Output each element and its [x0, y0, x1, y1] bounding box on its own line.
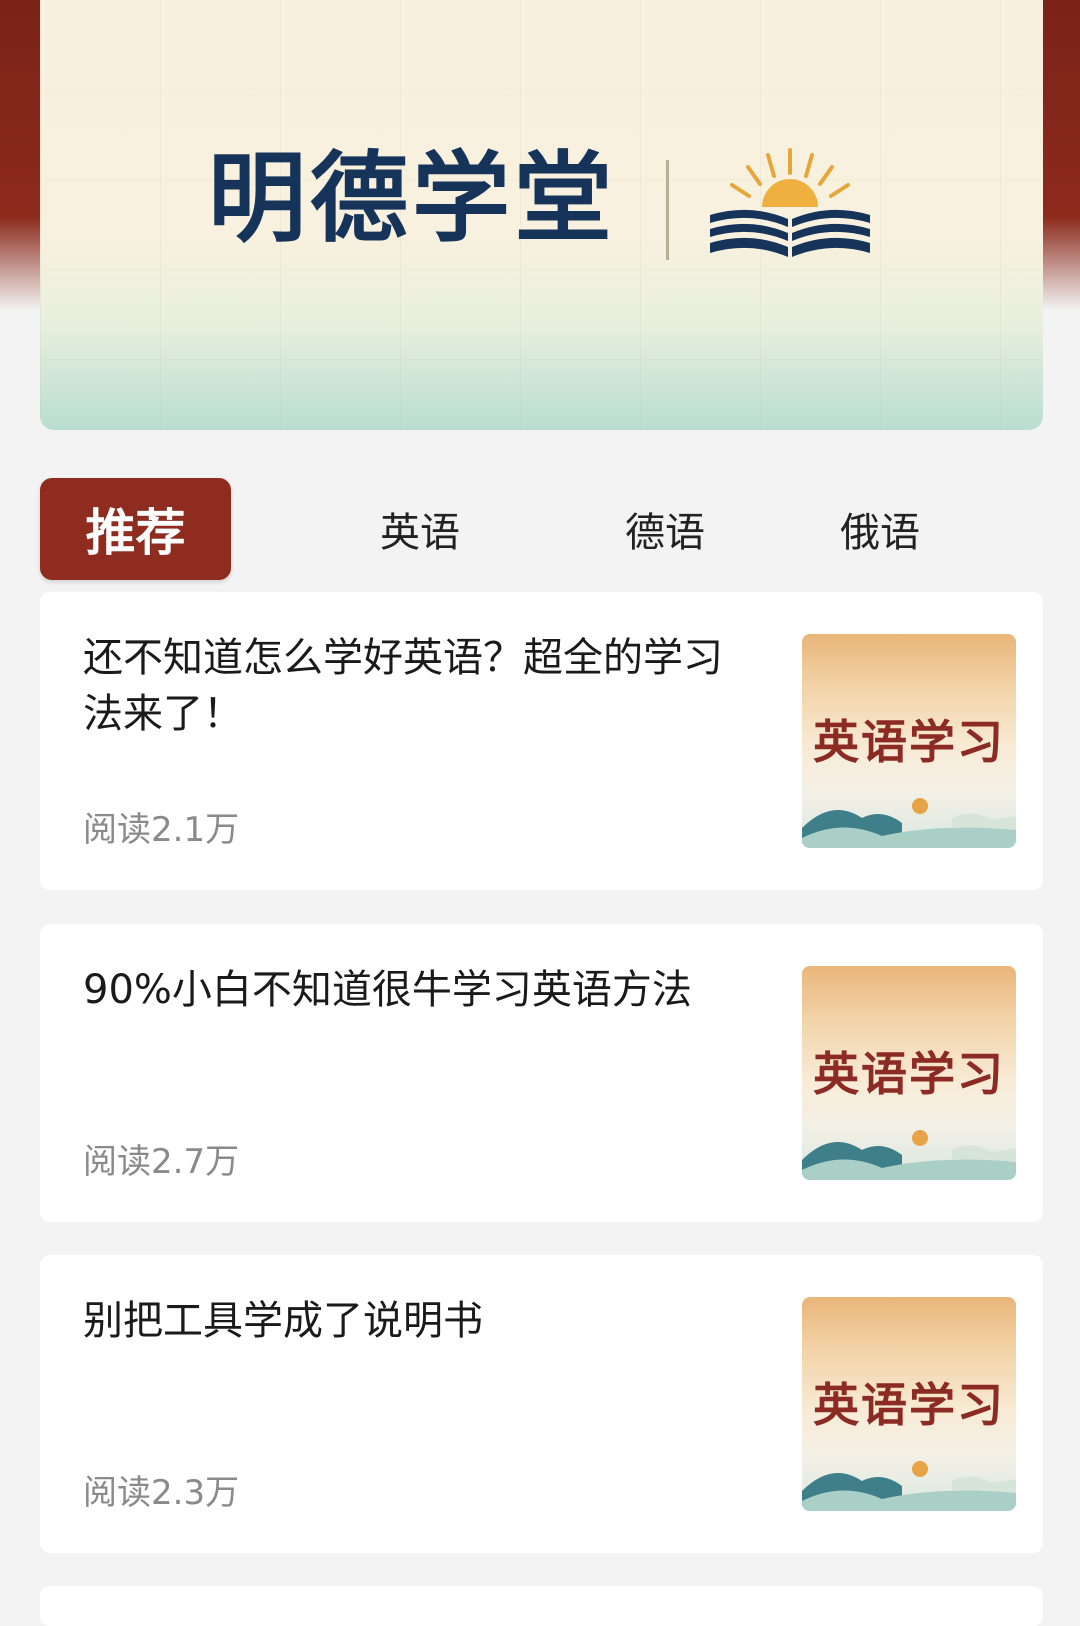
thumbnail-label: 英语学习	[813, 715, 1005, 769]
hero-banner[interactable]: 明德学堂	[40, 0, 1043, 430]
tab-english[interactable]: 英语	[370, 478, 470, 580]
mountains-icon	[802, 1130, 1016, 1180]
article-title: 还不知道怎么学好英语？超全的学习法来了！	[83, 635, 723, 737]
mountains-icon	[802, 1461, 1016, 1511]
article-thumbnail: 英语学习	[802, 1297, 1016, 1511]
article-card[interactable]: 还不知道怎么学好英语？超全的学习法来了！ 阅读2.1万 英语学习	[40, 592, 1043, 890]
article-read-count: 阅读2.7万	[83, 1142, 240, 1182]
banner-title: 明德学堂	[208, 141, 617, 256]
banner-divider	[666, 160, 669, 260]
article-title: 90%小白不知道很牛学习英语方法	[83, 967, 692, 1013]
article-read-count: 阅读2.1万	[83, 810, 240, 850]
thumbnail-label: 英语学习	[813, 1378, 1005, 1432]
article-thumbnail: 英语学习	[802, 634, 1016, 848]
tab-russian[interactable]: 俄语	[830, 478, 930, 580]
article-title: 别把工具学成了说明书	[83, 1298, 483, 1344]
book-sunrise-icon	[710, 148, 870, 257]
tab-recommended[interactable]: 推荐	[40, 478, 231, 580]
article-card[interactable]: 别把工具学成了说明书 阅读2.3万 英语学习	[40, 1255, 1043, 1553]
category-tabs: 推荐 英语 德语 俄语	[40, 478, 1043, 580]
thumbnail-label: 英语学习	[813, 1047, 1005, 1101]
tab-german[interactable]: 德语	[615, 478, 715, 580]
mountains-icon	[802, 798, 1016, 848]
article-card[interactable]	[40, 1586, 1043, 1626]
article-read-count: 阅读2.3万	[83, 1473, 240, 1513]
article-card[interactable]: 90%小白不知道很牛学习英语方法 阅读2.7万 英语学习	[40, 924, 1043, 1222]
article-thumbnail: 英语学习	[802, 966, 1016, 1180]
